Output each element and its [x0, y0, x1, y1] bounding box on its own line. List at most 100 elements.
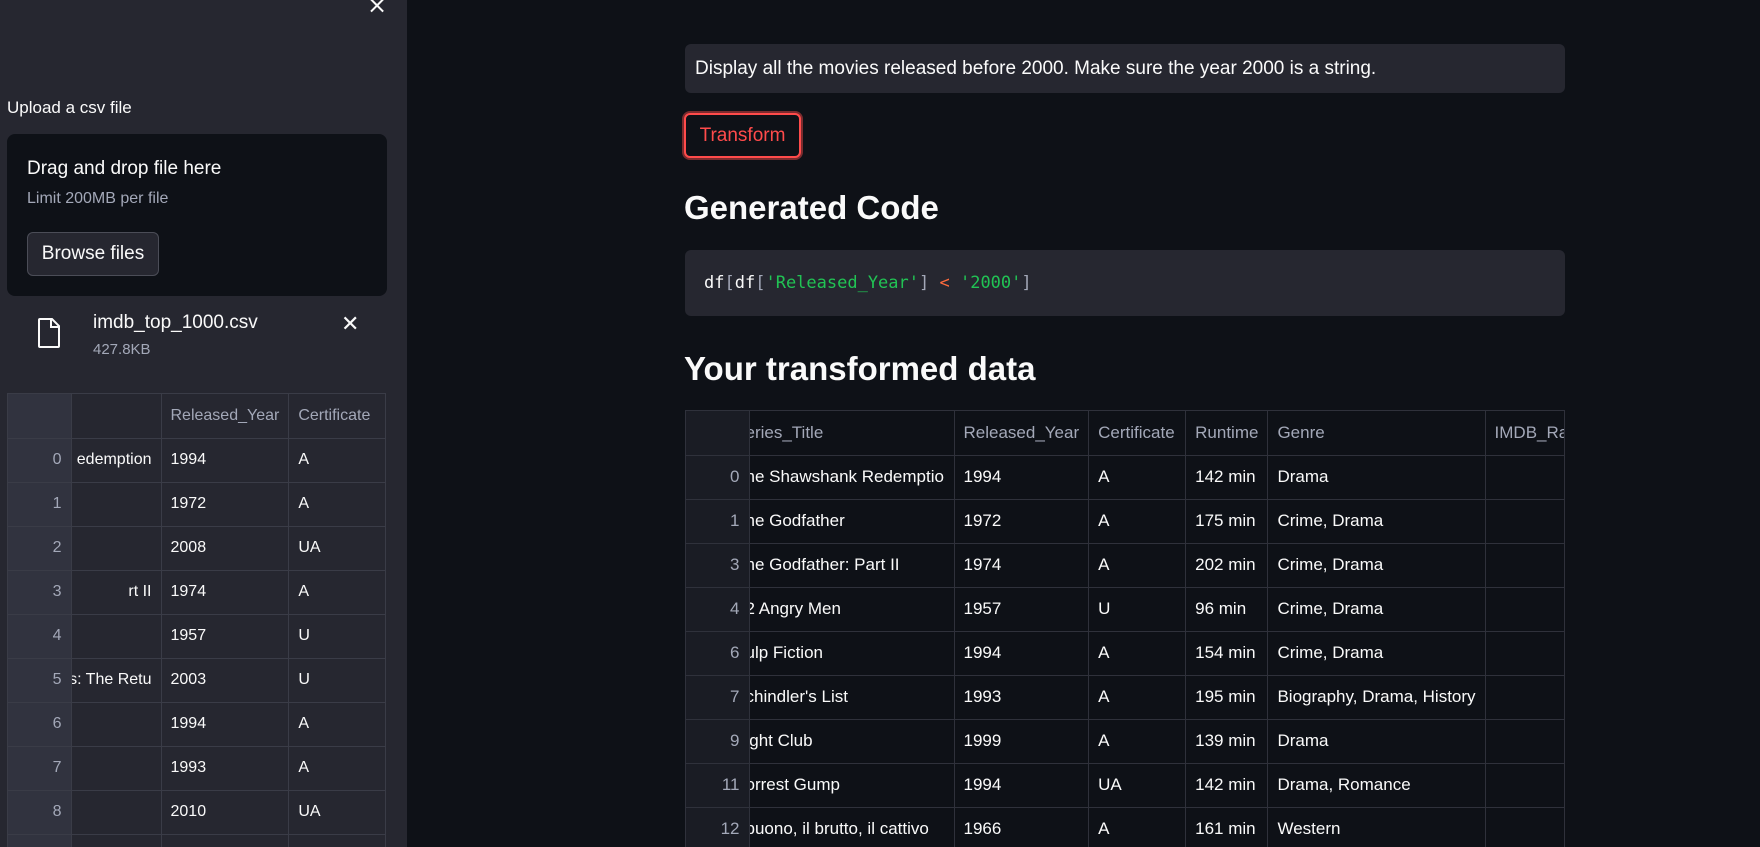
table-cell[interactable] — [71, 526, 162, 571]
table-cell[interactable]: A — [1088, 455, 1187, 500]
table-cell[interactable]: U — [288, 614, 385, 659]
table-cell[interactable]: 1974 — [954, 543, 1090, 588]
prompt-input[interactable]: Display all the movies released before 2… — [685, 44, 1565, 93]
table-cell[interactable]: he Godfather — [749, 499, 955, 544]
table-cell[interactable]: 2 Angry Men — [749, 587, 955, 632]
table-cell[interactable]: 9. — [1485, 455, 1564, 500]
table-row[interactable]: 5ngs: The Retu2003U — [8, 658, 385, 703]
table-cell[interactable] — [288, 834, 385, 847]
table-cell[interactable]: 1999 — [954, 719, 1090, 764]
table-row[interactable]: 6 1994 A — [8, 702, 385, 747]
table-cell[interactable]: A — [1088, 807, 1187, 847]
table-row[interactable]: 0 he Shawshank Redemption 1994 A 142 min Dram… — [686, 455, 1564, 500]
table-cell[interactable]: 8. — [1485, 719, 1564, 764]
table-cell[interactable]: 1957 — [954, 587, 1090, 632]
table-cell[interactable]: Crime, Drama — [1267, 587, 1486, 632]
remove-file-icon[interactable]: ✕ — [341, 312, 359, 337]
table-cell[interactable]: A — [288, 746, 385, 791]
table-cell[interactable]: UA — [288, 526, 385, 571]
table-cell[interactable]: 1994 — [954, 763, 1090, 808]
table-cell[interactable]: 1974 — [161, 570, 290, 615]
table-cell[interactable]: 1993 — [161, 746, 290, 791]
table-row[interactable]: 7 chindler's List 1993 A 195 min Biography, D… — [686, 675, 1564, 720]
table-cell[interactable] — [161, 834, 290, 847]
table-cell[interactable] — [1485, 587, 1564, 632]
table-cell[interactable]: 195 min — [1185, 675, 1269, 720]
table-row[interactable]: 9ight Club 1999A139 minDrama8. — [686, 719, 1564, 764]
column-header[interactable]: IMDB_Ratin — [1485, 411, 1564, 456]
table-cell[interactable]: 2003 — [161, 658, 290, 703]
table-cell[interactable]: Crime, Drama — [1267, 543, 1486, 588]
column-header[interactable]: Certificate — [1088, 411, 1187, 456]
table-row[interactable]: 2 2008 UA — [8, 526, 385, 571]
table-cell[interactable]: A — [1088, 631, 1187, 676]
table-cell[interactable] — [71, 790, 162, 835]
table-cell[interactable]: Drama, Romance — [1267, 763, 1486, 808]
browse-files-button[interactable]: Browse files — [27, 232, 159, 276]
table-cell[interactable]: A — [1088, 499, 1187, 544]
transformed-dataframe[interactable]: eries_Title Released_Year Certificate Ru… — [685, 410, 1565, 847]
table-cell[interactable]: 1966 — [954, 807, 1090, 847]
column-header[interactable]: Runtime — [1185, 411, 1269, 456]
table-cell[interactable]: A — [288, 702, 385, 747]
table-row[interactable]: 0 edemption 1994 A — [8, 438, 385, 483]
column-header[interactable]: Released_Year — [954, 411, 1090, 456]
table-cell[interactable]: 1972 — [161, 482, 290, 527]
table-cell[interactable]: A — [1088, 543, 1187, 588]
table-cell[interactable]: U — [1088, 587, 1187, 632]
table-cell[interactable]: he Shawshank Redemption — [749, 455, 955, 500]
table-row[interactable]: 6ulp Fiction 1994A154 minCrime, Drama8. — [686, 631, 1564, 676]
table-cell[interactable]: 96 min — [1185, 587, 1269, 632]
table-cell[interactable]: U — [288, 658, 385, 703]
table-cell[interactable]: buono, il brutto, il cattivo — [749, 807, 955, 847]
table-cell[interactable]: 8. — [1485, 763, 1564, 808]
table-cell[interactable]: 8. — [1485, 631, 1564, 676]
table-cell[interactable]: A — [1088, 675, 1187, 720]
table-cell[interactable]: 8. — [1485, 807, 1564, 847]
table-cell[interactable] — [71, 834, 162, 847]
table-cell[interactable]: 142 min — [1185, 455, 1269, 500]
table-cell[interactable]: ulp Fiction — [749, 631, 955, 676]
table-cell[interactable]: 1994 — [954, 455, 1090, 500]
table-cell[interactable]: Western — [1267, 807, 1486, 847]
table-cell[interactable] — [71, 482, 162, 527]
file-dropzone[interactable]: Drag and drop file here Limit 200MB per … — [7, 134, 387, 296]
table-cell[interactable] — [71, 702, 162, 747]
table-cell[interactable]: 1994 — [161, 702, 290, 747]
table-cell[interactable]: UA — [288, 790, 385, 835]
table-cell[interactable]: 2008 — [161, 526, 290, 571]
table-cell[interactable]: 142 min — [1185, 763, 1269, 808]
table-cell[interactable]: Crime, Drama — [1267, 631, 1486, 676]
table-cell[interactable]: 9. — [1485, 499, 1564, 544]
table-cell[interactable]: Drama — [1267, 719, 1486, 764]
table-row[interactable]: 11 orrest Gump 1994 UA 142 min Drama, Romance… — [686, 763, 1564, 808]
table-cell[interactable]: A — [288, 482, 385, 527]
table-cell[interactable]: 139 min — [1185, 719, 1269, 764]
table-row[interactable]: 1he Godfather 1972A175 minCrime, Drama9. — [686, 499, 1564, 544]
table-row[interactable]: 8 2010 UA — [8, 790, 385, 835]
table-cell[interactable]: 8. — [1485, 675, 1564, 720]
column-header[interactable]: Released_Year — [161, 394, 290, 439]
table-cell[interactable]: 175 min — [1185, 499, 1269, 544]
table-row[interactable]: 1 1972 A — [8, 482, 385, 527]
table-cell[interactable]: 161 min — [1185, 807, 1269, 847]
table-cell[interactable]: ight Club — [749, 719, 955, 764]
table-row[interactable]: 7 1993 A — [8, 746, 385, 791]
table-cell[interactable]: edemption — [71, 438, 162, 483]
table-cell[interactable]: UA — [1088, 763, 1187, 808]
table-cell[interactable]: 2010 — [161, 790, 290, 835]
table-row[interactable]: 12 buono, il brutto, il cattivo 1966 A 161 m… — [686, 807, 1564, 847]
table-cell[interactable]: 154 min — [1185, 631, 1269, 676]
table-cell[interactable] — [71, 614, 162, 659]
table-cell[interactable]: A — [288, 570, 385, 615]
table-row[interactable]: 3 he Godfather: Part II 1974 A 202 min Crime,… — [686, 543, 1564, 588]
table-cell[interactable]: A — [1088, 719, 1187, 764]
table-row[interactable]: 3 rt II 1974 A — [8, 570, 385, 615]
sidebar-dataframe[interactable]: Released_Year Certificate 0 edemption 1994… — [7, 393, 386, 847]
table-cell[interactable]: orrest Gump — [749, 763, 955, 808]
table-row[interactable]: 4 1957 U — [8, 614, 385, 659]
table-cell[interactable]: 1994 — [161, 438, 290, 483]
table-cell[interactable]: 1994 — [954, 631, 1090, 676]
table-cell[interactable]: Biography, Drama, History — [1267, 675, 1486, 720]
column-header[interactable] — [71, 394, 162, 439]
